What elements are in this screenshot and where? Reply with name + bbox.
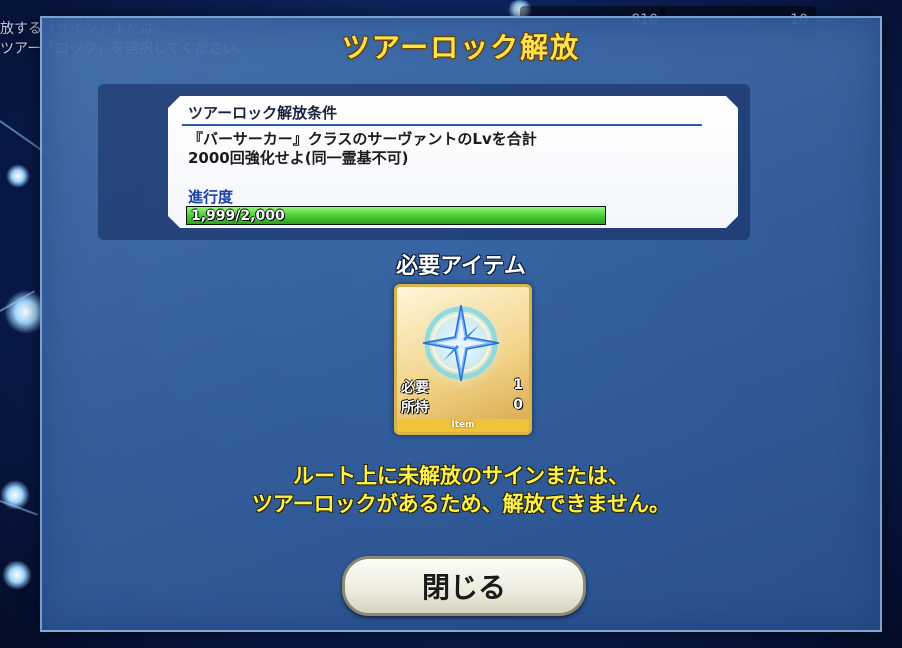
message-line-1: ルート上に未解放のサインまたは、 — [293, 464, 629, 488]
unlock-warning-message: ルート上に未解放のサインまたは、 ツアーロックがあるため、解放できません。 — [42, 462, 880, 518]
condition-line-1: 『バーサーカー』クラスのサーヴァントのLvを合計 — [188, 130, 537, 148]
close-button[interactable]: 閉じる — [342, 556, 586, 616]
required-items-label: 必要アイテム — [396, 254, 526, 279]
progress-bar: 1,999/2,000 — [186, 206, 606, 225]
message-line-2: ツアーロックがあるため、解放できません。 — [251, 492, 671, 516]
map-star-node[interactable] — [0, 480, 30, 510]
item-owned-row: 所持 0 — [401, 397, 523, 417]
header-divider — [182, 124, 702, 126]
item-required-value: 1 — [513, 377, 523, 393]
map-star-node[interactable] — [2, 560, 32, 590]
tour-lock-dialog: ツアーロック解放 ツアーロック解放条件 『バーサーカー』クラスのサーヴァントのL… — [40, 16, 882, 632]
item-owned-value: 0 — [513, 397, 523, 413]
condition-header: ツアーロック解放条件 — [188, 104, 338, 122]
item-required-label: 必要 — [401, 380, 429, 396]
item-required-row: 必要 1 — [401, 377, 523, 397]
condition-box: ツアーロック解放条件 『バーサーカー』クラスのサーヴァントのLvを合計 2000… — [168, 96, 738, 228]
map-star-node[interactable] — [6, 164, 30, 188]
condition-panel: ツアーロック解放条件 『バーサーカー』クラスのサーヴァントのLvを合計 2000… — [98, 84, 750, 240]
progress-label: 進行度 — [188, 188, 234, 206]
dialog-title: ツアーロック解放 — [341, 31, 581, 64]
progress-text: 1,999/2,000 — [191, 208, 285, 224]
required-item-card[interactable]: 必要 1 所持 0 Item — [394, 284, 532, 435]
condition-line-2: 2000回強化せよ(同一霊基不可) — [188, 149, 409, 167]
condition-text: 『バーサーカー』クラスのサーヴァントのLvを合計 2000回強化せよ(同一霊基不… — [188, 130, 537, 168]
item-type-tag: Item — [397, 419, 529, 432]
item-owned-label: 所持 — [401, 400, 429, 416]
